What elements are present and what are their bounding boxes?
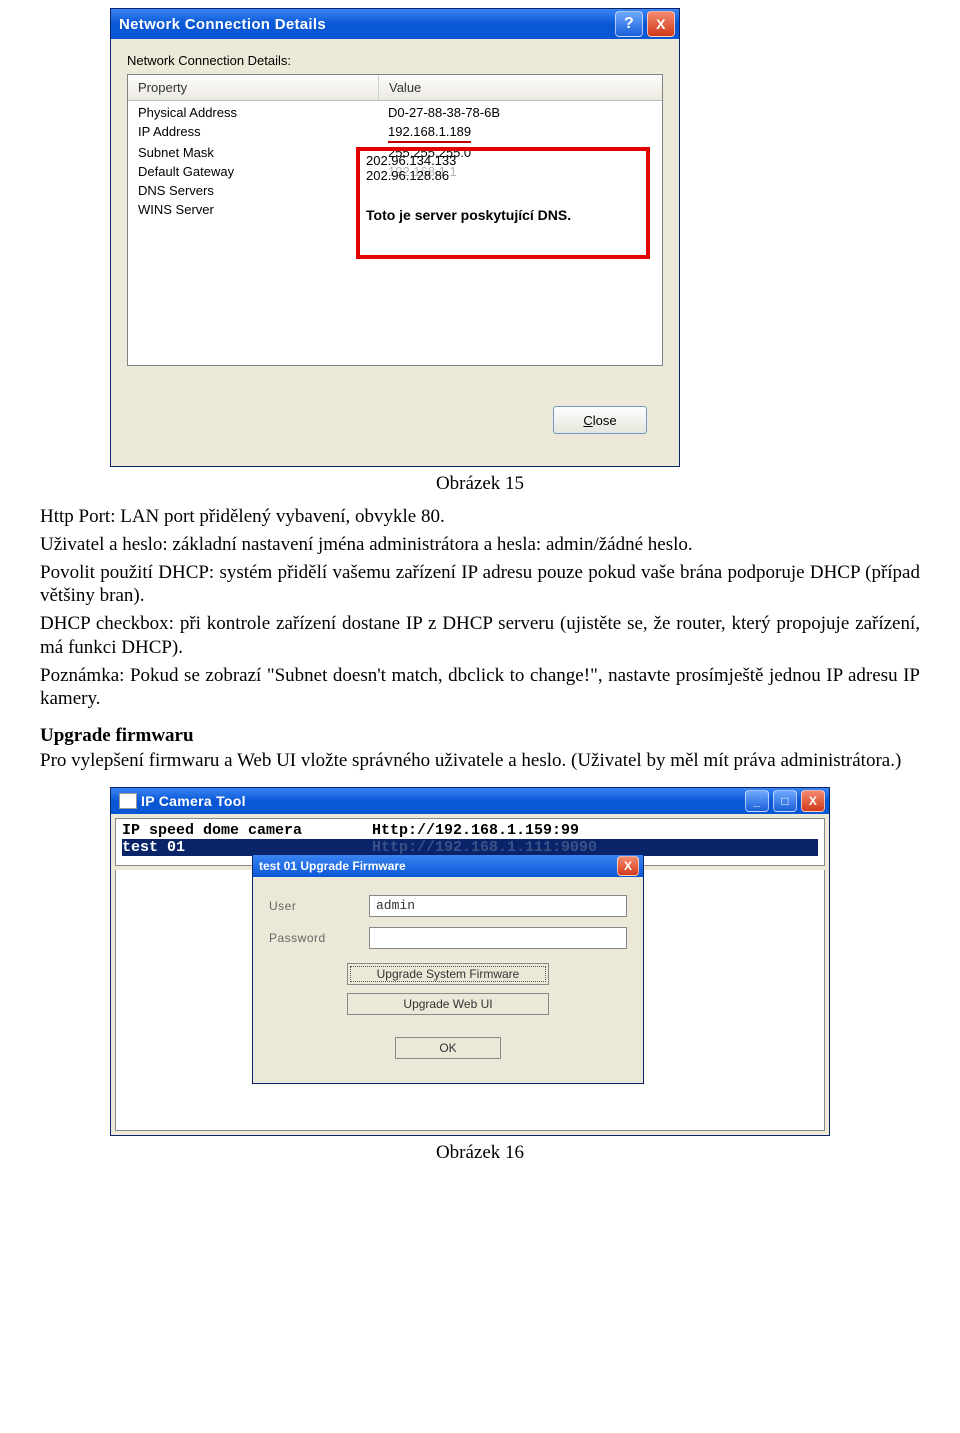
help-icon[interactable]: ? bbox=[615, 11, 643, 37]
upgrade-firmware-dialog: test 01 Upgrade Firmware X User admin Pa… bbox=[252, 854, 644, 1084]
section-heading: Upgrade firmwaru bbox=[40, 725, 920, 747]
tool-titlebar: IP Camera Tool _ □ X bbox=[111, 788, 829, 814]
dialog-titlebar: test 01 Upgrade Firmware X bbox=[253, 855, 643, 877]
paragraph: Povolit použití DHCP: systém přidělí vaš… bbox=[40, 561, 920, 609]
list-item[interactable]: IP speed dome camera Http://192.168.1.15… bbox=[122, 822, 818, 839]
figure-caption-1: Obrázek 15 bbox=[40, 473, 920, 495]
dialog-title: test 01 Upgrade Firmware bbox=[259, 859, 406, 873]
upgrade-system-firmware-button[interactable]: Upgrade System Firmware bbox=[347, 963, 549, 985]
paragraph: Uživatel a heslo: základní nastavení jmé… bbox=[40, 533, 920, 557]
upgrade-web-ui-button[interactable]: Upgrade Web UI bbox=[347, 993, 549, 1015]
maximize-icon[interactable]: □ bbox=[773, 790, 797, 812]
details-listview: Property Value Physical Address D0-27-88… bbox=[127, 74, 663, 366]
prop-physical-address: Physical Address bbox=[128, 103, 378, 122]
val-dns-1: 202.96.134.133 bbox=[366, 153, 640, 168]
camera-url: Http://192.168.1.159:99 bbox=[372, 822, 579, 839]
col-value: Value bbox=[378, 75, 662, 100]
ok-button[interactable]: OK bbox=[395, 1037, 501, 1059]
paragraph: Poznámka: Pokud se zobrazí "Subnet doesn… bbox=[40, 664, 920, 712]
password-label: Password bbox=[269, 931, 369, 945]
prop-dns-servers: DNS Servers bbox=[128, 181, 378, 200]
paragraph: Http Port: LAN port přidělený vybavení, … bbox=[40, 505, 920, 529]
close-icon[interactable]: X bbox=[801, 790, 825, 812]
window-titlebar: Network Connection Details ? X bbox=[111, 9, 679, 39]
prop-default-gateway: Default Gateway bbox=[128, 162, 378, 181]
prop-ip-address: IP Address bbox=[128, 122, 378, 143]
prop-subnet-mask: Subnet Mask bbox=[128, 143, 378, 162]
table-row: Physical Address D0-27-88-38-78-6B bbox=[128, 103, 662, 122]
callout-note: Toto je server poskytující DNS. bbox=[366, 207, 640, 223]
minimize-icon[interactable]: _ bbox=[745, 790, 769, 812]
val-ip-address: 192.168.1.189 bbox=[388, 122, 471, 143]
paragraph: DHCP checkbox: při kontrole zařízení dos… bbox=[40, 612, 920, 660]
close-icon[interactable]: X bbox=[647, 11, 675, 37]
close-button[interactable]: Close bbox=[553, 406, 647, 434]
close-icon[interactable]: X bbox=[617, 856, 639, 876]
window-title: Network Connection Details bbox=[119, 16, 326, 33]
list-header: Property Value bbox=[128, 75, 662, 101]
col-property: Property bbox=[128, 75, 378, 100]
table-row: IP Address 192.168.1.189 bbox=[128, 122, 662, 143]
camera-name: IP speed dome camera bbox=[122, 822, 372, 839]
dialog-label: Network Connection Details: bbox=[127, 53, 663, 68]
user-label: User bbox=[269, 899, 369, 913]
figure-caption-2: Obrázek 16 bbox=[40, 1142, 920, 1164]
prop-wins-server: WINS Server bbox=[128, 200, 378, 219]
network-details-screenshot: Network Connection Details ? X Network C… bbox=[110, 8, 680, 467]
tool-title: IP Camera Tool bbox=[141, 793, 246, 809]
paragraph: Pro vylepšení firmwaru a Web UI vložte s… bbox=[40, 749, 920, 773]
user-input[interactable]: admin bbox=[369, 895, 627, 917]
dns-callout-box: 202.96.134.133 202.96.128.86 Toto je ser… bbox=[356, 147, 650, 259]
ip-camera-tool-screenshot: IP Camera Tool _ □ X IP speed dome camer… bbox=[110, 787, 830, 1136]
app-icon bbox=[119, 793, 137, 809]
password-input[interactable] bbox=[369, 927, 627, 949]
val-dns-2: 202.96.128.86 bbox=[366, 168, 640, 183]
val-physical-address: D0-27-88-38-78-6B bbox=[378, 103, 662, 122]
